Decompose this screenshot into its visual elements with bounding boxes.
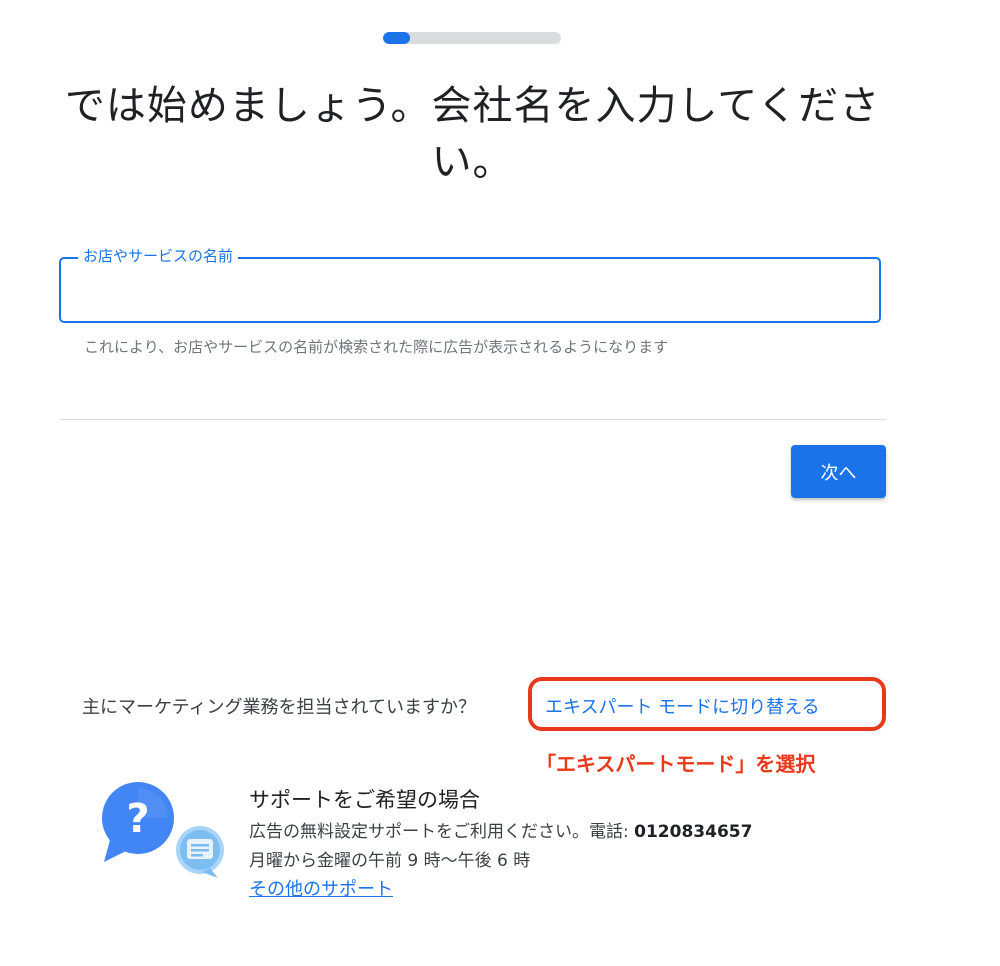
support-title: サポートをご希望の場合 (249, 788, 480, 812)
expert-mode-question: 主にマーケティング業務を担当されていますか？ (82, 697, 477, 718)
divider (59, 419, 886, 420)
more-support-link[interactable]: その他のサポート (249, 878, 393, 902)
annotation-select-expert-mode: 「エキスパートモード」を選択 (536, 752, 816, 776)
support-phone-number: 0120834657 (634, 822, 753, 842)
support-hours: 月曜から金曜の午前 9 時〜午後 6 時 (249, 851, 531, 871)
svg-text:?: ? (126, 796, 149, 842)
page-title-line-2: い。 (431, 139, 514, 185)
business-name-label: お店やサービスの名前 (78, 246, 239, 266)
business-name-input[interactable] (73, 269, 867, 313)
support-description: 広告の無料設定サポートをご利用ください。電話: 0120834657 (249, 820, 752, 844)
page-title-line-1: では始めましょう。会社名を入力してくださ (64, 83, 881, 129)
help-chat-icon: ? (98, 780, 228, 880)
progress-bar-fill (383, 32, 410, 44)
progress-bar (383, 32, 561, 44)
switch-to-expert-mode-link[interactable]: エキスパート モードに切り替える (545, 696, 820, 720)
business-name-field[interactable] (59, 257, 881, 323)
support-description-text: 広告の無料設定サポートをご利用ください。電話: (249, 822, 635, 842)
business-name-helper-text: これにより、お店やサービスの名前が検索された際に広告が表示されるようになります (84, 338, 669, 356)
page-title: では始めましょう。会社名を入力してくださ い。 (40, 78, 905, 190)
next-button[interactable]: 次へ (791, 445, 886, 498)
